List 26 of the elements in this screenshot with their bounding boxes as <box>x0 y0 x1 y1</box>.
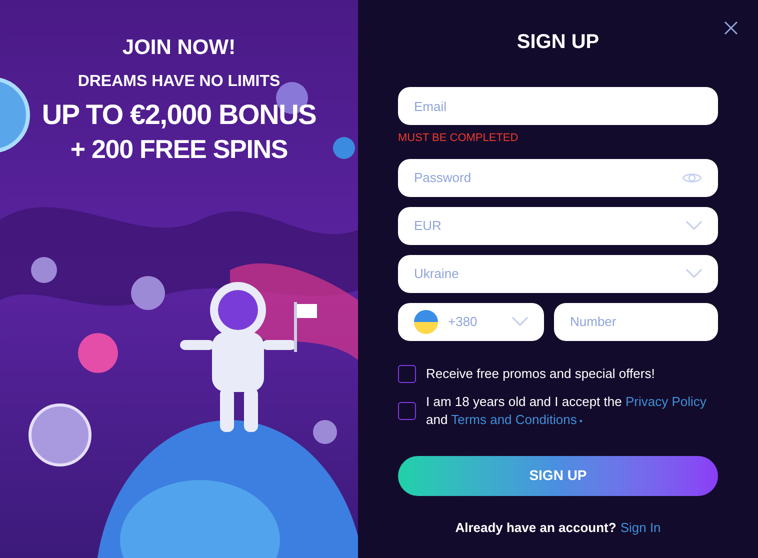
select-dropdown[interactable]: Ukraine <box>398 254 718 292</box>
bonus-headline: UP TO €2,000 BONUS <box>42 98 316 132</box>
sign-up-button[interactable]: SIGN UP <box>398 456 718 496</box>
terms-link[interactable]: Terms and Conditions <box>451 412 577 426</box>
form-title: SIGN UP <box>516 30 600 54</box>
flag-icon <box>414 310 438 334</box>
checkbox[interactable] <box>398 402 416 420</box>
chevron-down-icon <box>686 220 702 230</box>
chevron-down-icon <box>686 268 702 278</box>
promo-title: JOIN NOW! <box>122 35 236 61</box>
chevron-down-icon <box>512 316 528 326</box>
spins-headline: + 200 FREE SPINS <box>70 132 288 166</box>
select-dropdown[interactable]: EUR <box>398 206 718 244</box>
checkbox[interactable] <box>398 364 416 382</box>
close-icon[interactable] <box>724 21 738 35</box>
password-field[interactable]: Password <box>398 158 718 196</box>
phone-number-field[interactable]: Number <box>554 302 718 340</box>
checkbox-label: Receive free promos and special offers! <box>426 364 655 382</box>
phone-code-dropdown[interactable]: +380 <box>398 302 544 340</box>
promo-subtitle: DREAMS HAVE NO LIMITS <box>78 72 280 92</box>
error-message: MUST BE COMPLETED <box>398 131 520 146</box>
email-field[interactable]: Email <box>398 87 718 125</box>
checkbox-label: I am 18 years old and I accept the Privacy Policy and Terms and Conditions • <box>426 392 708 428</box>
privacy-policy-link[interactable]: Privacy Policy <box>625 394 706 408</box>
sign-in-link[interactable]: Sign In <box>620 518 661 537</box>
account-prompt: Already have an account? <box>455 518 616 537</box>
